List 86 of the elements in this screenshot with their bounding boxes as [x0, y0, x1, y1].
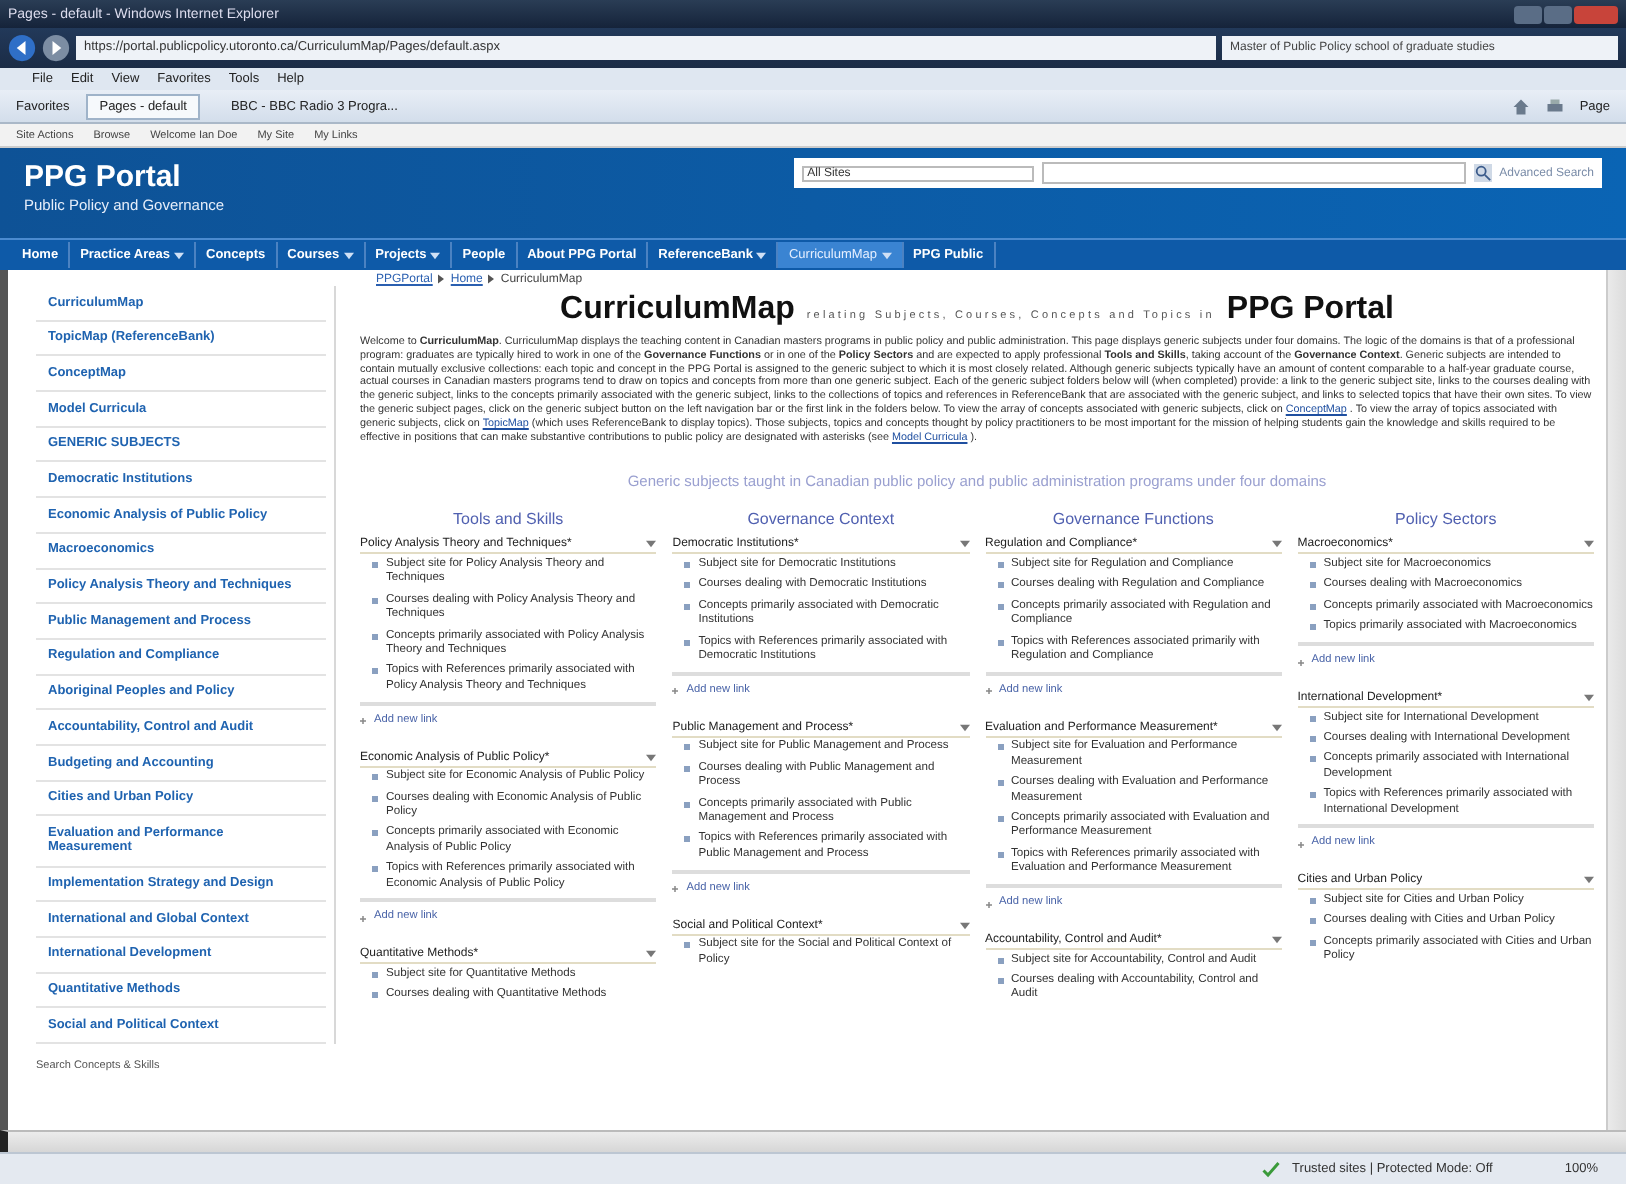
add-icon — [672, 688, 679, 695]
bullet-icon — [997, 603, 1003, 610]
minimize-button[interactable] — [1514, 5, 1542, 23]
bullet-icon — [997, 639, 1003, 645]
bullet-icon — [372, 561, 378, 568]
bullet-icon — [1309, 897, 1316, 904]
bullet-icon — [1309, 756, 1316, 763]
bullet-icon — [684, 801, 691, 808]
bullet-icon — [684, 603, 691, 610]
caret-icon[interactable] — [646, 753, 657, 762]
domain-title: Governance Functions — [1050, 510, 1216, 529]
bullet-icon — [684, 744, 691, 751]
vertical-scrollbar[interactable] — [1606, 270, 1626, 1130]
caret-icon[interactable] — [881, 251, 892, 259]
forward-icon[interactable] — [42, 34, 70, 62]
bullet-icon — [1309, 582, 1316, 589]
caret-icon[interactable] — [430, 251, 441, 259]
caret-icon[interactable] — [756, 251, 767, 259]
caret-icon[interactable] — [1584, 694, 1594, 702]
caret-icon[interactable] — [646, 540, 657, 549]
caret-icon[interactable] — [1271, 936, 1282, 945]
domain-title: Policy Sectors — [1393, 510, 1499, 529]
caret-icon[interactable] — [343, 251, 354, 259]
bullet-icon — [372, 633, 378, 639]
bullet-icon — [684, 765, 691, 772]
back-icon[interactable] — [8, 34, 36, 62]
caret-icon[interactable] — [959, 921, 969, 930]
bullet-icon — [997, 582, 1003, 589]
add-icon — [360, 718, 366, 725]
caret-icon[interactable] — [959, 723, 969, 732]
bullet-icon — [372, 866, 378, 873]
bullet-icon — [1309, 735, 1316, 742]
checkmark-icon — [1262, 1160, 1281, 1178]
add-icon — [985, 901, 991, 908]
caret-icon[interactable] — [1584, 540, 1594, 549]
bullet-icon — [372, 830, 378, 837]
bullet-icon — [997, 780, 1003, 787]
bullet-icon — [1309, 715, 1316, 721]
bullet-icon — [372, 774, 378, 781]
bullet-icon — [997, 744, 1003, 751]
bullet-icon — [997, 851, 1003, 858]
caret-icon[interactable] — [1271, 540, 1282, 549]
bullet-icon — [684, 942, 691, 949]
caret-icon[interactable] — [174, 251, 184, 259]
bullet-icon — [684, 582, 691, 589]
close-button[interactable] — [1574, 5, 1618, 23]
bullet-icon — [997, 957, 1003, 964]
search-field[interactable] — [1041, 162, 1466, 184]
bullet-icon — [1309, 603, 1316, 610]
add-icon — [360, 915, 366, 922]
bullet-icon — [997, 561, 1003, 568]
search-icon[interactable] — [1473, 164, 1492, 182]
bullet-icon — [372, 668, 378, 675]
breadcrumb-separator-icon — [488, 274, 495, 284]
bullet-icon — [372, 795, 378, 802]
maximize-button[interactable] — [1544, 5, 1572, 23]
bullet-icon — [372, 992, 378, 999]
add-icon — [1297, 841, 1304, 848]
breadcrumb-separator-icon — [438, 274, 445, 284]
caret-icon[interactable] — [1584, 876, 1594, 885]
add-icon — [985, 688, 991, 695]
bullet-icon — [1309, 792, 1316, 799]
add-icon — [1297, 659, 1304, 665]
bullet-icon — [1309, 918, 1316, 925]
caret-icon[interactable] — [1271, 723, 1282, 732]
bullet-icon — [684, 836, 691, 843]
bullet-icon — [684, 561, 691, 568]
portal-title[interactable]: PPG Portal — [24, 160, 225, 194]
bullet-icon — [372, 971, 378, 978]
page-title: CurriculumMap — [560, 292, 795, 328]
bullet-icon — [997, 815, 1003, 822]
caret-icon[interactable] — [959, 540, 969, 549]
domain-title: Governance Context — [745, 510, 897, 529]
bullet-icon — [1309, 624, 1316, 631]
portal-name: PPG Portal — [1226, 292, 1394, 328]
bullet-icon — [684, 639, 691, 645]
home-icon[interactable] — [1511, 97, 1530, 115]
horizontal-scrollbar[interactable] — [0, 1130, 1626, 1152]
bullet-icon — [372, 597, 378, 604]
caret-icon[interactable] — [646, 950, 657, 959]
bullet-icon — [1309, 561, 1316, 568]
domain-title: Tools and Skills — [451, 510, 566, 529]
bullet-icon — [997, 977, 1003, 984]
printer-icon[interactable] — [1545, 97, 1564, 115]
bullet-icon — [1309, 939, 1316, 946]
add-icon — [672, 886, 679, 893]
